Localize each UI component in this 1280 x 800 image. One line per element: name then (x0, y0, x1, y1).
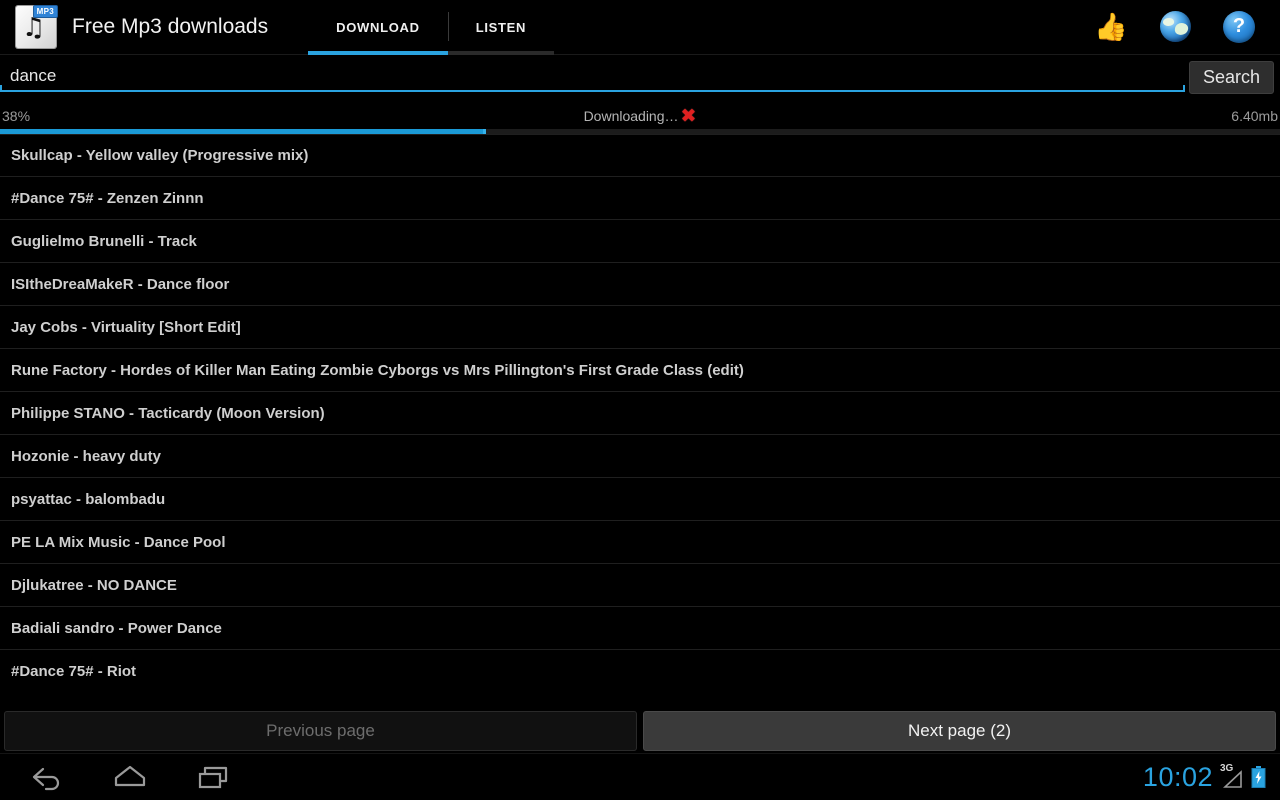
thumbs-up-glyph: 👍 (1094, 12, 1128, 42)
tab-bar: DOWNLOAD LISTEN (308, 0, 555, 55)
result-item[interactable]: PE LA Mix Music - Dance Pool (0, 521, 1280, 564)
mp3-file-icon: ♫ MP3 (16, 5, 58, 48)
mp3-badge: MP3 (32, 5, 58, 18)
system-navigation-bar: 10:02 3G (0, 753, 1280, 800)
result-item[interactable]: Skullcap - Yellow valley (Progressive mi… (0, 134, 1280, 177)
tab-listen-label: LISTEN (475, 19, 527, 35)
result-item-title: #Dance 75# - Zenzen Zinnn (11, 189, 204, 207)
result-item-title: Jay Cobs - Virtuality [Short Edit] (11, 318, 241, 336)
search-results-list[interactable]: Skullcap - Yellow valley (Progressive mi… (0, 134, 1280, 682)
help-glyph: ? (1223, 11, 1255, 43)
result-item[interactable]: psyattac - balombadu (0, 478, 1280, 521)
recents-icon[interactable] (192, 760, 236, 794)
result-item[interactable]: Djlukatree - NO DANCE (0, 564, 1280, 607)
download-size: 6.40mb (1231, 108, 1278, 124)
battery-charging-icon (1251, 766, 1266, 788)
result-item-title: PE LA Mix Music - Dance Pool (11, 533, 226, 551)
result-item[interactable]: Guglielmo Brunelli - Track (0, 220, 1280, 263)
back-icon[interactable] (24, 760, 68, 794)
globe-glyph (1159, 11, 1191, 42)
search-field-wrapper (0, 59, 1185, 93)
search-button[interactable]: Search (1188, 61, 1274, 94)
result-item[interactable]: Badiali sandro - Power Dance (0, 607, 1280, 650)
result-item-title: #Dance 75# - Riot (11, 662, 137, 680)
action-bar-icons: 👍 ? (1094, 10, 1256, 44)
download-status-center: Downloading… ✖ (0, 107, 1280, 126)
result-item-title: Skullcap - Yellow valley (Progressive mi… (11, 147, 309, 164)
search-input[interactable] (0, 59, 1185, 93)
tab-download-label: DOWNLOAD (336, 19, 420, 35)
result-item-title: Rune Factory - Hordes of Killer Man Eati… (11, 361, 744, 379)
result-item-title: Philippe STANO - Tacticardy (Moon Versio… (11, 404, 325, 422)
status-clock: 10:02 (1142, 761, 1213, 792)
next-page-button[interactable]: Next page (2) (643, 711, 1276, 751)
result-item-title: Guglielmo Brunelli - Track (11, 232, 197, 250)
result-item[interactable]: Rune Factory - Hordes of Killer Man Eati… (0, 349, 1280, 392)
help-icon[interactable]: ? (1222, 10, 1256, 44)
search-underline (0, 85, 1185, 92)
result-item-title: Hozonie - heavy duty (11, 447, 162, 465)
signal-icon: 3G (1219, 763, 1245, 790)
app-title: Free Mp3 downloads (72, 15, 269, 38)
tab-download-indicator (308, 50, 448, 55)
result-item[interactable]: ISItheDreaMakeR - Dance floor (0, 263, 1280, 306)
cancel-download-icon[interactable]: ✖ (681, 107, 697, 126)
music-note-glyph: ♫ (22, 13, 46, 43)
result-item[interactable]: Jay Cobs - Virtuality [Short Edit] (0, 306, 1280, 349)
action-bar: ♫ MP3 Free Mp3 downloads DOWNLOAD LISTEN… (0, 0, 1280, 55)
system-status-area: 10:02 3G (1143, 762, 1266, 793)
result-item[interactable]: Philippe STANO - Tacticardy (Moon Versio… (0, 392, 1280, 435)
tab-listen-indicator (447, 50, 555, 55)
result-item[interactable]: #Dance 75# - Zenzen Zinnn (0, 177, 1280, 220)
result-item-title: Djlukatree - NO DANCE (11, 576, 177, 594)
result-item[interactable]: #Dance 75# - Riot (0, 650, 1280, 682)
result-item-title: Badiali sandro - Power Dance (11, 619, 222, 637)
home-icon[interactable] (108, 760, 152, 794)
download-status-row: 38% Downloading… ✖ 6.40mb (0, 103, 1280, 129)
tab-download[interactable]: DOWNLOAD (308, 0, 448, 55)
tab-listen[interactable]: LISTEN (447, 0, 555, 55)
download-status-text: Downloading… (583, 108, 679, 124)
result-item-title: psyattac - balombadu (11, 490, 166, 508)
app-screen: ♫ MP3 Free Mp3 downloads DOWNLOAD LISTEN… (0, 0, 1280, 800)
result-item-title: ISItheDreaMakeR - Dance floor (11, 275, 230, 293)
navigation-keys (24, 760, 236, 794)
previous-page-button[interactable]: Previous page (4, 711, 637, 751)
globe-icon[interactable] (1158, 10, 1192, 44)
result-item[interactable]: Hozonie - heavy duty (0, 435, 1280, 478)
search-row: Search (0, 55, 1280, 103)
thumbs-up-icon[interactable]: 👍 (1094, 10, 1128, 44)
pagination-bar: Previous page Next page (2) (0, 709, 1280, 753)
network-type-label: 3G (1220, 763, 1234, 774)
